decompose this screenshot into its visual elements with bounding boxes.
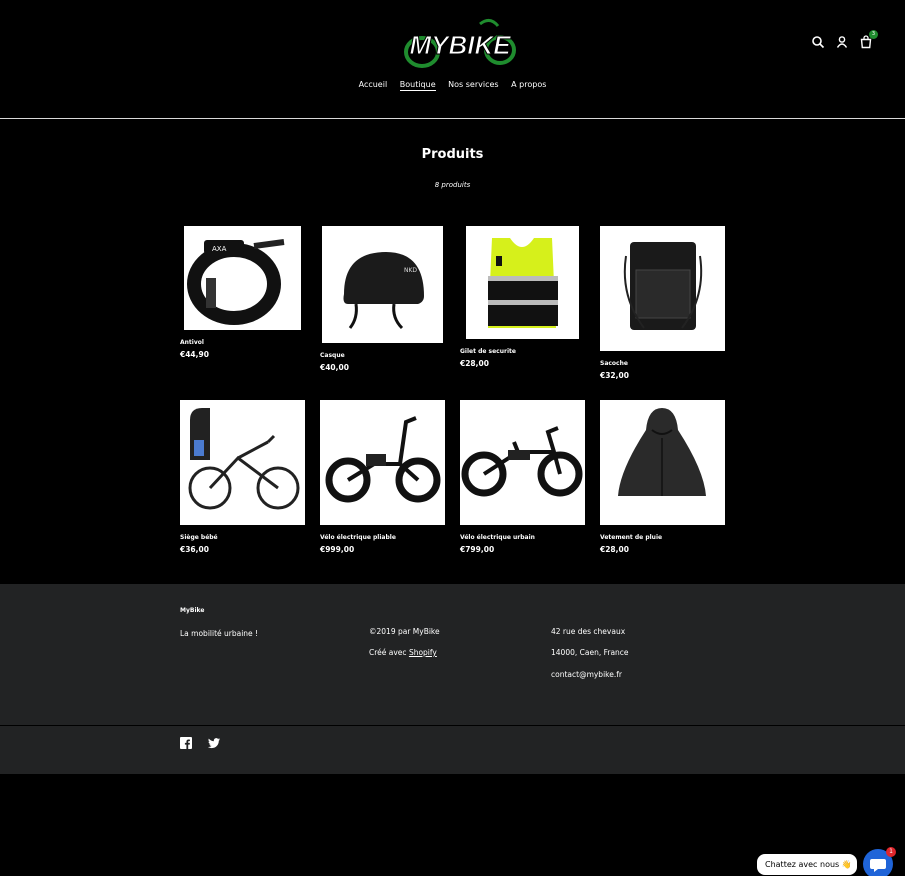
product-name[interactable]: Vélo électrique urbain xyxy=(460,534,590,541)
product-price: €32,00 xyxy=(600,371,629,380)
twitter-icon[interactable] xyxy=(208,737,220,749)
product-card-casque[interactable]: NKD Casque €40,00 xyxy=(320,226,450,372)
created-prefix: Créé avec xyxy=(369,648,407,657)
footer-brand: MyBike xyxy=(180,607,205,614)
product-price: €999,00 xyxy=(320,545,355,554)
product-name[interactable]: Gilet de securite xyxy=(460,348,590,355)
product-card-siege-bebe[interactable]: Siège bébé €36,00 xyxy=(180,400,310,554)
footer-email[interactable]: contact@mybike.fr xyxy=(551,670,622,679)
product-price: €799,00 xyxy=(460,545,495,554)
product-price: €28,00 xyxy=(460,359,489,368)
footer-tagline: La mobilité urbaine ! xyxy=(180,629,259,638)
nav-a-propos[interactable]: A propos xyxy=(511,80,546,90)
urban-ebike-image[interactable] xyxy=(460,400,585,525)
product-price: €28,00 xyxy=(600,545,629,554)
helmet-image[interactable]: NKD xyxy=(322,226,443,343)
svg-text:NKD: NKD xyxy=(404,267,417,274)
rain-poncho-image[interactable] xyxy=(600,400,725,525)
safety-vest-image[interactable] xyxy=(466,226,579,339)
logo-text: MYBIKE xyxy=(409,30,511,60)
product-name[interactable]: Antivol xyxy=(180,339,310,346)
product-name[interactable]: Siège bébé xyxy=(180,534,310,541)
main-nav: Accueil Boutique Nos services A propos xyxy=(0,80,905,91)
product-price: €40,00 xyxy=(320,363,349,372)
product-name[interactable]: Sacoche xyxy=(600,360,730,367)
footer-created-with: Créé avec Shopify xyxy=(369,648,437,657)
product-card-gilet[interactable]: Gilet de securite €28,00 xyxy=(460,226,590,368)
footer-divider xyxy=(0,725,905,726)
nav-boutique[interactable]: Boutique xyxy=(399,80,436,91)
chat-prompt-bubble[interactable]: Chattez avec nous 👋 xyxy=(757,854,857,875)
facebook-icon[interactable] xyxy=(180,737,192,749)
nav-accueil[interactable]: Accueil xyxy=(359,80,388,90)
product-name[interactable]: Vetement de pluie xyxy=(600,534,730,541)
nav-nos-services[interactable]: Nos services xyxy=(448,80,498,90)
product-price: €36,00 xyxy=(180,545,209,554)
pannier-bag-image[interactable] xyxy=(600,226,725,351)
shopify-link[interactable]: Shopify xyxy=(409,648,437,657)
product-price: €44,90 xyxy=(180,350,209,359)
account-icon[interactable] xyxy=(835,35,849,49)
folding-ebike-image[interactable] xyxy=(320,400,445,525)
cart-button[interactable]: 3 xyxy=(859,30,878,49)
product-card-vetement-pluie[interactable]: Vetement de pluie €28,00 xyxy=(600,400,730,554)
footer-address-line1: 42 rue des chevaux xyxy=(551,627,626,636)
cart-count-badge: 3 xyxy=(869,30,878,39)
page-title: Produits xyxy=(421,147,484,162)
bike-lock-image[interactable]: AXA xyxy=(184,226,301,330)
chat-unread-badge: 1 xyxy=(886,847,896,857)
site-header: MYBIKE 3 Accueil Boutique Nos services A… xyxy=(0,0,905,119)
site-footer xyxy=(0,584,905,774)
product-card-sacoche[interactable]: Sacoche €32,00 xyxy=(600,226,730,380)
social-links xyxy=(180,737,220,749)
header-icons: 3 xyxy=(811,30,878,49)
product-card-antivol[interactable]: AXA Antivol €44,90 xyxy=(180,226,310,359)
search-icon[interactable] xyxy=(811,35,825,49)
svg-text:AXA: AXA xyxy=(212,245,227,253)
product-card-velo-pliable[interactable]: Vélo électrique pliable €999,00 xyxy=(320,400,450,554)
product-card-velo-urbain[interactable]: Vélo électrique urbain €799,00 xyxy=(460,400,590,554)
product-count: 8 produits xyxy=(434,181,471,189)
product-name[interactable]: Vélo électrique pliable xyxy=(320,534,450,541)
product-name[interactable]: Casque xyxy=(320,352,450,359)
footer-address-line2: 14000, Caen, France xyxy=(551,648,629,657)
mybike-logo[interactable]: MYBIKE xyxy=(400,14,520,70)
footer-copyright: ©2019 par MyBike xyxy=(369,627,440,636)
baby-seat-bike-image[interactable] xyxy=(180,400,305,525)
